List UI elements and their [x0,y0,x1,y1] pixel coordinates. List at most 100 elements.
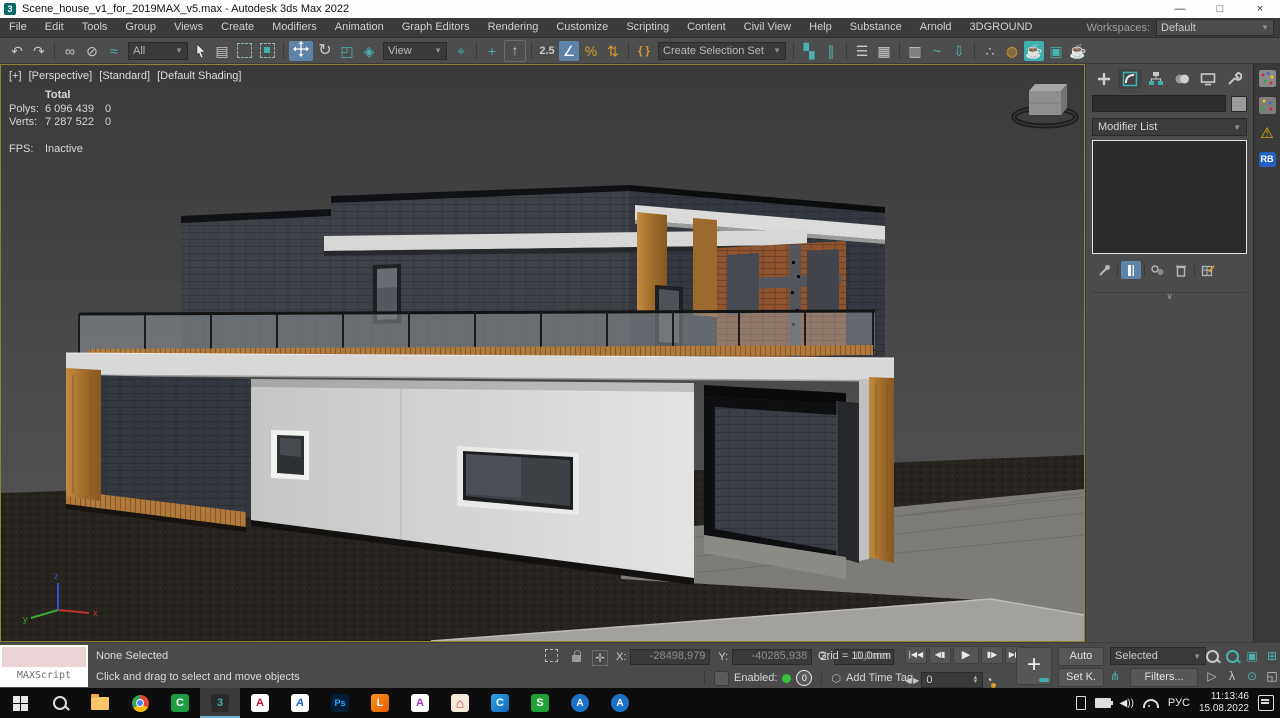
motion-tab-icon[interactable] [1170,69,1194,89]
unlink-selection-icon[interactable]: ⊘ [82,41,102,61]
key-selection-dropdown[interactable]: Selected▼ [1110,647,1206,665]
purple-app-icon[interactable]: A [400,688,440,718]
lumion-icon[interactable]: L [360,688,400,718]
restore-button[interactable]: □ [1200,0,1240,18]
menu-animation[interactable]: Animation [326,18,393,37]
blue-app-icon-1[interactable]: A [560,688,600,718]
green-app-icon[interactable]: S [520,688,560,718]
photoshop-icon[interactable]: Ps [320,688,360,718]
menu-modifiers[interactable]: Modifiers [263,18,326,37]
zoom-icon[interactable] [1202,646,1222,666]
time-configuration-icon[interactable]: ◔ [985,673,992,687]
menu-views[interactable]: Views [165,18,212,37]
start-button[interactable] [0,688,40,718]
render-production-icon[interactable]: ☕ [1068,41,1088,61]
viewport-menu-shading[interactable]: [Default Shading] [157,70,241,82]
auto-key-button[interactable]: Auto [1058,647,1104,666]
display-tab-icon[interactable] [1196,69,1220,89]
menu-tools[interactable]: Tools [73,18,117,37]
step-forward-icon[interactable]: ▶ [913,676,919,685]
pin-stack-icon[interactable] [1094,261,1114,279]
shield-icon[interactable] [714,671,729,686]
select-and-rotate-icon[interactable]: ↻ [315,41,335,61]
rb-plugin-icon[interactable]: RB [1259,152,1276,167]
modifier-stack[interactable] [1092,140,1247,254]
minimize-button[interactable]: — [1160,0,1200,18]
menu-create[interactable]: Create [212,18,263,37]
workspace-dropdown[interactable]: Default▼ [1156,19,1274,36]
volume-icon[interactable]: ◀)) [1120,698,1134,709]
search-icon[interactable] [40,688,80,718]
percent-snap-toggle-icon[interactable]: % [581,41,601,61]
rollout-divider[interactable]: ∨ [1092,292,1247,299]
schematic-view-icon[interactable]: ⇩ [949,41,969,61]
window-crossing-icon[interactable] [260,43,275,58]
rectangular-selection-region-icon[interactable] [237,43,252,58]
menu-group[interactable]: Group [116,18,165,37]
selection-region-icon[interactable] [545,649,558,665]
create-selection-set-dropdown[interactable]: Create Selection Set▼ [658,42,786,60]
menu-arnold[interactable]: Arnold [911,18,961,37]
modifier-list-dropdown[interactable]: Modifier List▼ [1092,118,1247,136]
select-and-scale-icon[interactable]: ◰ [337,41,357,61]
blue-app-icon-2[interactable]: A [600,688,640,718]
menu-file[interactable]: File [0,18,36,37]
viewport-canvas[interactable]: x y z [1,65,1084,641]
plugin-icon-1[interactable] [1259,70,1276,87]
select-by-name-icon[interactable]: ▤ [212,41,232,61]
field-of-view-icon[interactable]: ▷ [1202,666,1222,686]
home-design-icon[interactable]: ⌂ [440,688,480,718]
previous-frame-button[interactable]: ◀▮ [929,646,951,664]
spinner-snap-toggle-icon[interactable]: ⇅ [603,41,623,61]
keyboard-language[interactable]: РУС [1168,697,1190,709]
frame-spin-down-icon[interactable]: ▼ [972,680,978,684]
battery-icon[interactable] [1095,698,1111,708]
key-filters-icon[interactable]: ⋔ [1110,669,1120,683]
mirror-icon[interactable]: ▚ [799,41,819,61]
menu-graph-editors[interactable]: Graph Editors [393,18,479,37]
warning-icon[interactable]: ⚠ [1260,124,1273,142]
toggle-layer-explorer-icon[interactable]: ▦ [874,41,894,61]
menu-scripting[interactable]: Scripting [617,18,678,37]
viewport-menu-general[interactable]: [+] [9,70,22,82]
select-object-icon[interactable] [194,43,208,59]
show-end-result-icon[interactable] [1121,261,1141,279]
select-and-link-icon[interactable]: ∞ [60,41,80,61]
add-time-tag[interactable]: Add Time Tag [846,672,913,684]
close-button[interactable]: × [1240,0,1280,18]
set-keys-button[interactable]: + [1016,647,1052,685]
modify-tab-icon[interactable] [1118,69,1142,89]
snaps-toggle-icon[interactable]: 2.5 [537,41,557,61]
walk-through-icon[interactable]: λ [1222,666,1242,686]
use-pivot-point-center-icon[interactable]: ⌖ [451,41,471,61]
filters-button[interactable]: Filters... [1130,668,1198,687]
selection-filter-dropdown[interactable]: All▼ [128,42,188,60]
object-color-swatch[interactable] [1231,96,1247,112]
hierarchy-tab-icon[interactable] [1144,69,1168,89]
maxscript-mini-listener[interactable]: MAXScript Mini [0,645,88,687]
angle-snap-toggle-icon[interactable]: ∠ [559,41,579,61]
taskbar-clock[interactable]: 11:13:46 15.08.2022 [1199,691,1249,715]
set-key-button[interactable]: Set K. [1058,668,1104,687]
keyboard-shortcut-override-icon[interactable]: ↑ [504,40,526,62]
archicad-icon[interactable]: A [280,688,320,718]
zoom-extents-icon[interactable]: ▣ [1242,646,1262,666]
select-and-manipulate-icon[interactable]: + [482,41,502,61]
x-coordinate-field[interactable]: -28498,979 [630,649,710,665]
perspective-viewport[interactable]: [+] [Perspective] [Standard] [Default Sh… [0,64,1085,642]
remove-modifier-icon[interactable] [1171,261,1191,279]
corona-icon[interactable]: C [480,688,520,718]
reference-coordinate-system-dropdown[interactable]: View▼ [383,42,447,60]
enabled-count-badge[interactable]: 0 [796,670,812,686]
orbit-icon[interactable]: ⊙ [1242,666,1262,686]
step-back-icon[interactable]: ◀ [905,676,911,685]
notification-center-icon[interactable] [1258,695,1274,711]
undo-icon[interactable]: ↶ [7,41,27,61]
maxscript-input-area[interactable] [2,647,86,667]
play-button[interactable]: ▶ [953,646,979,664]
viewport-menu-renderer[interactable]: [Standard] [99,70,150,82]
menu-customize[interactable]: Customize [547,18,617,37]
menu-help[interactable]: Help [800,18,841,37]
chrome-icon[interactable] [120,688,160,718]
zoom-extents-all-icon[interactable]: ⊞ [1262,646,1280,666]
